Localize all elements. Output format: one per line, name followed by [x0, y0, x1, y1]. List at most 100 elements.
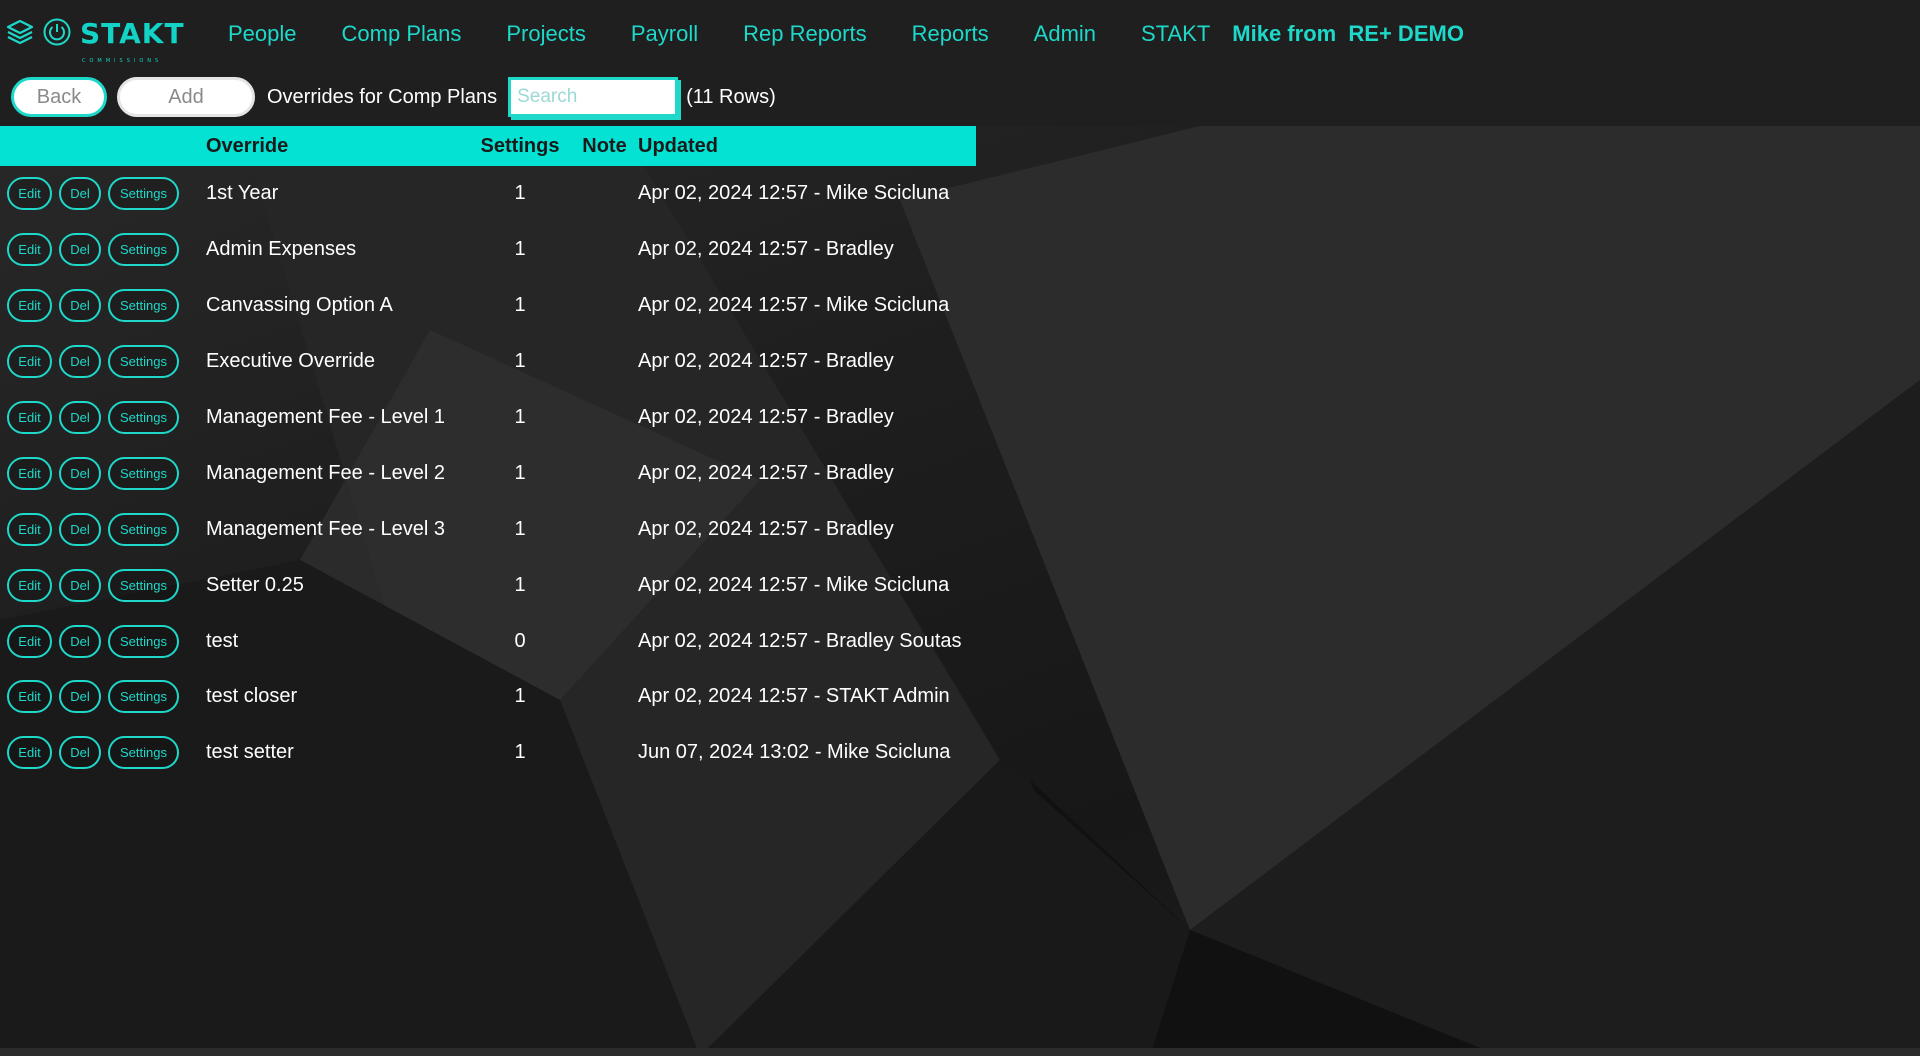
settings-button[interactable]: Settings — [108, 456, 179, 490]
delete-button[interactable]: Del — [59, 736, 101, 770]
cell-override: Setter 0.25 — [206, 573, 304, 596]
cell-override: Executive Override — [206, 350, 375, 373]
top-nav: STAKT COMMISSIONS People Comp Plans Proj… — [0, 0, 1920, 68]
cell-settings: 1 — [514, 573, 526, 596]
settings-button[interactable]: Settings — [108, 512, 179, 546]
delete-button[interactable]: Del — [59, 568, 101, 602]
table-row: Edit Del Settings Management Fee - Level… — [0, 445, 976, 501]
toolbar: Back Add Overrides for Comp Plans (11 Ro… — [0, 68, 1920, 126]
cell-override: test closer — [206, 685, 298, 708]
edit-button[interactable]: Edit — [7, 345, 52, 379]
delete-button[interactable]: Del — [59, 177, 101, 211]
nav-admin[interactable]: Admin — [1034, 21, 1096, 47]
edit-button[interactable]: Edit — [7, 680, 52, 714]
delete-button[interactable]: Del — [59, 624, 101, 658]
edit-button[interactable]: Edit — [7, 177, 52, 211]
cell-settings: 1 — [514, 350, 526, 373]
header-override[interactable]: Override — [206, 135, 469, 158]
delete-button[interactable]: Del — [59, 512, 101, 546]
delete-button[interactable]: Del — [59, 680, 101, 714]
overrides-table: Override Settings Note Updated Edit Del … — [0, 126, 976, 781]
row-actions: Edit Del Settings — [0, 568, 206, 602]
header-updated[interactable]: Updated — [638, 135, 976, 158]
user-account[interactable]: Mike from RE+ DEMO — [1232, 21, 1464, 47]
header-settings[interactable]: Settings — [469, 135, 571, 158]
cell-updated: Apr 02, 2024 12:57 - Bradley — [638, 406, 894, 428]
delete-button[interactable]: Del — [59, 401, 101, 434]
bottom-strip — [0, 1048, 1920, 1056]
row-actions: Edit Del Settings — [0, 233, 206, 267]
cell-updated: Apr 02, 2024 12:57 - STAKT Admin — [638, 685, 950, 708]
settings-button[interactable]: Settings — [108, 289, 179, 323]
cell-settings: 1 — [514, 517, 526, 540]
settings-button[interactable]: Settings — [108, 401, 179, 434]
layers-icon[interactable] — [6, 18, 34, 51]
brand-logo[interactable]: STAKT COMMISSIONS — [80, 20, 185, 65]
header-note[interactable]: Note — [571, 135, 638, 158]
table-row: Edit Del Settings Management Fee - Level… — [0, 501, 976, 557]
cell-updated: Apr 02, 2024 12:57 - Bradley — [638, 350, 894, 373]
delete-button[interactable]: Del — [59, 345, 101, 379]
edit-button[interactable]: Edit — [7, 456, 52, 490]
nav-payroll[interactable]: Payroll — [631, 21, 698, 47]
nav-reports[interactable]: Reports — [912, 21, 989, 47]
cell-updated: Jun 07, 2024 13:02 - Mike Scicluna — [638, 741, 951, 764]
cell-settings: 1 — [514, 238, 526, 261]
cell-settings: 0 — [514, 629, 526, 652]
edit-button[interactable]: Edit — [7, 401, 52, 434]
add-button[interactable]: Add — [117, 77, 255, 117]
cell-settings: 1 — [514, 182, 526, 205]
cell-settings: 1 — [514, 741, 526, 764]
settings-button[interactable]: Settings — [108, 736, 179, 770]
cell-override: Management Fee - Level 2 — [206, 461, 446, 484]
delete-button[interactable]: Del — [59, 456, 101, 490]
row-actions: Edit Del Settings — [0, 512, 206, 546]
delete-button[interactable]: Del — [59, 289, 101, 323]
edit-button[interactable]: Edit — [7, 736, 52, 770]
settings-button[interactable]: Settings — [108, 177, 179, 211]
cell-updated: Apr 02, 2024 12:57 - Mike Scicluna — [638, 182, 950, 205]
cell-override: Canvassing Option A — [206, 294, 393, 317]
delete-button[interactable]: Del — [59, 233, 101, 267]
settings-button[interactable]: Settings — [108, 233, 179, 267]
logo-area: STAKT COMMISSIONS — [6, 17, 228, 65]
cell-updated: Apr 02, 2024 12:57 - Bradley — [638, 461, 894, 484]
nav-comp-plans[interactable]: Comp Plans — [342, 21, 462, 47]
settings-button[interactable]: Settings — [108, 624, 179, 658]
row-actions: Edit Del Settings — [0, 177, 206, 211]
settings-button[interactable]: Settings — [108, 680, 179, 714]
edit-button[interactable]: Edit — [7, 512, 52, 546]
cell-settings: 1 — [514, 406, 526, 428]
table-row: Edit Del Settings Admin Expenses 1 Apr 0… — [0, 222, 976, 278]
search-input[interactable] — [508, 77, 679, 117]
table-row: Edit Del Settings Setter 0.25 1 Apr 02, … — [0, 557, 976, 613]
edit-button[interactable]: Edit — [7, 233, 52, 267]
cell-override: test — [206, 629, 239, 652]
table-row: Edit Del Settings Canvassing Option A 1 … — [0, 278, 976, 334]
table-body: Edit Del Settings 1st Year 1 Apr 02, 202… — [0, 166, 976, 781]
nav-links: People Comp Plans Projects Payroll Rep R… — [228, 21, 1464, 47]
table-header: Override Settings Note Updated — [0, 126, 976, 166]
brand-name: STAKT — [80, 17, 185, 50]
table-row: Edit Del Settings test 0 Apr 02, 2024 12… — [0, 613, 976, 669]
nav-projects[interactable]: Projects — [506, 21, 585, 47]
cell-override: Admin Expenses — [206, 238, 357, 261]
table-row: Edit Del Settings 1st Year 1 Apr 02, 202… — [0, 166, 976, 222]
cell-override: Management Fee - Level 3 — [206, 517, 446, 540]
edit-button[interactable]: Edit — [7, 568, 52, 602]
back-button[interactable]: Back — [11, 77, 107, 117]
nav-rep-reports[interactable]: Rep Reports — [743, 21, 867, 47]
row-actions: Edit Del Settings — [0, 456, 206, 490]
settings-button[interactable]: Settings — [108, 345, 179, 379]
cell-override: test setter — [206, 741, 294, 764]
row-actions: Edit Del Settings — [0, 289, 206, 323]
power-icon[interactable] — [42, 17, 72, 52]
edit-button[interactable]: Edit — [7, 624, 52, 658]
cell-settings: 1 — [514, 461, 526, 484]
edit-button[interactable]: Edit — [7, 289, 52, 323]
nav-people[interactable]: People — [228, 21, 297, 47]
row-actions: Edit Del Settings — [0, 736, 206, 770]
nav-stakt[interactable]: STAKT — [1141, 21, 1210, 47]
table-row: Edit Del Settings Management Fee - Level… — [0, 390, 976, 446]
settings-button[interactable]: Settings — [108, 568, 179, 602]
